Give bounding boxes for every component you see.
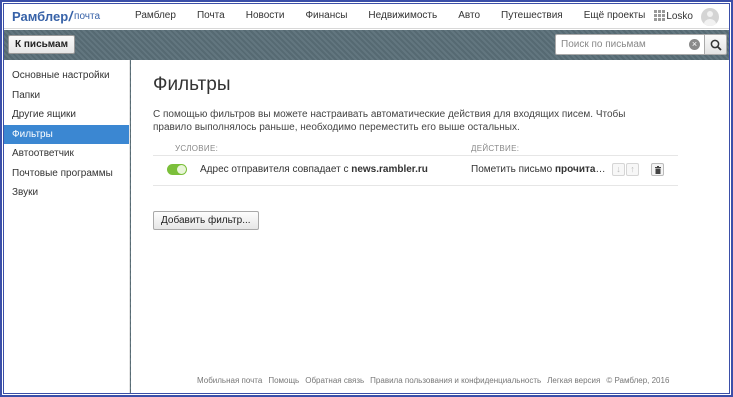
toolbar: К письмам × [4, 30, 729, 60]
filter-enabled-toggle[interactable] [167, 164, 187, 175]
sidebar-item-mail-programs[interactable]: Почтовые программы [4, 164, 129, 184]
filters-panel: Фильтры С помощью фильтров вы можете нас… [131, 60, 729, 393]
search-button[interactable] [705, 34, 727, 55]
filter-condition[interactable]: Адрес отправителя совпадает с news.rambl… [200, 164, 428, 175]
settings-sidebar: Основные настройки Папки Другие ящики Фи… [4, 60, 130, 393]
search-box: × [555, 34, 705, 55]
nav-link-news[interactable]: Новости [246, 10, 285, 21]
table-header: Условие: Действие: [153, 144, 678, 156]
nav-link-finance[interactable]: Финансы [305, 10, 347, 21]
action-value: прочитанным [555, 164, 608, 175]
filters-table: Условие: Действие: Адрес отправителя сов… [153, 144, 678, 186]
delete-filter-button[interactable] [651, 163, 664, 176]
projects-nav: Рамблер Почта Новости Финансы Недвижимос… [135, 10, 686, 22]
trash-icon [655, 166, 661, 174]
table-row: Адрес отправителя совпадает с news.rambl… [153, 156, 678, 186]
column-header-action: Действие: [471, 144, 520, 153]
move-up-button[interactable]: ↑ [626, 163, 639, 176]
sidebar-item-folders[interactable]: Папки [4, 86, 129, 106]
footer-link-help[interactable]: Помощь [268, 376, 299, 385]
nav-link-travel[interactable]: Путешествия [501, 10, 563, 21]
footer: Мобильная почта Помощь Обратная связь Пр… [197, 376, 675, 385]
clear-search-icon[interactable]: × [689, 39, 700, 50]
search-input[interactable] [561, 39, 681, 50]
top-navigation-bar: Рамблер / почта Рамблер Почта Новости Фи… [4, 4, 729, 29]
sidebar-item-sounds[interactable]: Звуки [4, 183, 129, 203]
nav-link-realty[interactable]: Недвижимость [368, 10, 437, 21]
move-down-button[interactable]: ↓ [612, 163, 625, 176]
user-menu[interactable]: Losko [666, 4, 719, 29]
back-to-inbox-button[interactable]: К письмам [8, 35, 76, 54]
logo-subtext: почта [74, 10, 101, 22]
sidebar-item-filters[interactable]: Фильтры [4, 124, 129, 144]
add-filter-button[interactable]: Добавить фильтр... [153, 211, 259, 230]
user-name: Losko [666, 11, 693, 22]
nav-link-more-projects[interactable]: Ещё проекты [583, 10, 666, 22]
action-prefix: Пометить письмо [471, 164, 556, 175]
nav-link-mail[interactable]: Почта [197, 10, 225, 21]
search-icon [710, 39, 722, 51]
apps-grid-icon [654, 10, 666, 22]
page-title: Фильтры [153, 74, 231, 95]
nav-link-auto[interactable]: Авто [458, 10, 480, 21]
main-area: Основные настройки Папки Другие ящики Фи… [4, 60, 729, 393]
rambler-mail-logo[interactable]: Рамблер / почта [12, 4, 100, 29]
logo-text: Рамблер [12, 8, 69, 24]
footer-link-lite-version[interactable]: Легкая версия [547, 376, 600, 385]
more-projects-label: Ещё проекты [583, 10, 646, 22]
footer-link-terms[interactable]: Правила пользования и конфиденциальность [370, 376, 541, 385]
sidebar-item-general-settings[interactable]: Основные настройки [4, 66, 129, 86]
condition-prefix: Адрес отправителя совпадает с [200, 164, 352, 175]
footer-link-mobile[interactable]: Мобильная почта [197, 376, 262, 385]
sidebar-item-other-mailboxes[interactable]: Другие ящики [4, 105, 129, 125]
column-header-condition: Условие: [175, 144, 219, 153]
filters-description: С помощью фильтров вы можете настраивать… [153, 109, 626, 133]
footer-copyright: © Рамблер, 2016 [606, 376, 670, 385]
condition-value: news.rambler.ru [351, 164, 428, 175]
nav-link-rambler[interactable]: Рамблер [135, 10, 176, 21]
filter-action[interactable]: Пометить письмо прочитанным [471, 164, 608, 175]
footer-link-feedback[interactable]: Обратная связь [305, 376, 364, 385]
avatar-icon [701, 7, 719, 26]
sidebar-item-autoresponder[interactable]: Автоответчик [4, 144, 129, 164]
